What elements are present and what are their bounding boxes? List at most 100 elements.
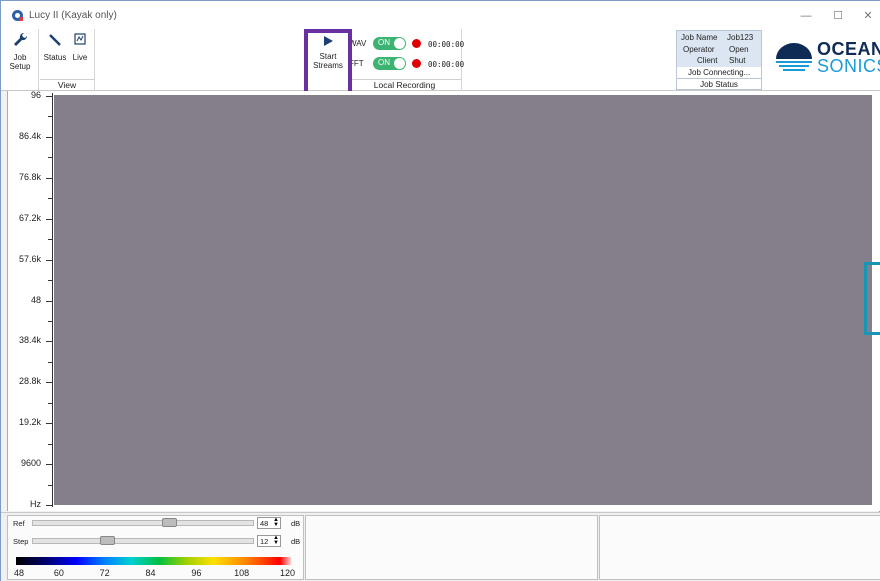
ocean-sonics-logo: OCEAN SONICS (773, 39, 880, 79)
colorbar-tick-label: 72 (99, 568, 110, 578)
local-recording-label: Local Recording (348, 79, 461, 90)
y-axis-tick-label: 86.4k (18, 130, 41, 141)
wav-timer: 00:00:00 (428, 40, 465, 49)
window-title: Lucy II (Kayak only) (29, 10, 117, 21)
ref-label: Ref (13, 519, 25, 528)
y-axis-minor-tick (48, 443, 52, 445)
ref-spinbox[interactable]: 48 ▲ ▼ (257, 517, 281, 529)
job-name-label: Job Name (681, 33, 718, 42)
y-axis-minor-tick (48, 484, 52, 486)
side-marker (864, 262, 880, 335)
y-axis-tick-label: 57.6k (18, 253, 41, 264)
title-bar: Lucy II (Kayak only) — ☐ ✕ (1, 1, 880, 29)
y-axis-minor-tick (48, 116, 52, 118)
ref-slider[interactable] (32, 520, 254, 526)
step-value: 12 (260, 537, 269, 546)
job-name-value: Job123 (727, 33, 754, 42)
job-status-group-label: Job Status (677, 78, 761, 89)
spin-arrows-icon[interactable]: ▲ ▼ (273, 517, 279, 528)
wrench-icon (14, 32, 27, 46)
job-setup-button[interactable]: Job Setup (4, 32, 36, 71)
fft-toggle[interactable]: ON (373, 57, 406, 70)
colorbar-tick-label: 84 (145, 568, 156, 578)
client-value: Shut (729, 56, 746, 65)
operator-value: Open (729, 45, 749, 54)
app-logo-icon (12, 10, 23, 21)
fft-timer: 00:00:00 (428, 60, 465, 69)
step-label: Step (13, 537, 29, 546)
view-group-label: View (40, 79, 94, 90)
step-unit: dB (291, 537, 301, 546)
y-axis-tick (46, 96, 52, 97)
y-axis-tick (46, 177, 52, 179)
y-axis-tick (46, 341, 52, 343)
wav-toggle-label: ON (378, 38, 390, 47)
y-axis-minor-tick (48, 157, 52, 159)
y-axis-minor-tick (48, 320, 52, 322)
y-axis-tick-label: 38.4k (18, 335, 41, 346)
ref-value: 48 (260, 519, 269, 528)
y-axis-minor-tick (48, 280, 52, 282)
app-window: Lucy II (Kayak only) — ☐ ✕ Job Setup Sta… (0, 0, 880, 581)
minimize-button[interactable]: — (791, 7, 821, 25)
live-label: Live (72, 53, 88, 62)
colorbar (16, 557, 291, 565)
spin-arrows-icon[interactable]: ▲ ▼ (273, 535, 279, 546)
status-button[interactable]: Status (42, 32, 68, 62)
y-axis-minor-tick (48, 402, 52, 404)
y-axis-tick (46, 218, 52, 220)
y-axis-tick (46, 423, 52, 425)
info-panel-center (305, 515, 598, 580)
wav-toggle[interactable]: ON (373, 37, 406, 50)
y-axis-tick-label: 76.8k (18, 171, 41, 182)
colorbar-tick-label: 60 (53, 568, 64, 578)
ocean-sonics-logo-icon (776, 43, 812, 71)
y-axis-tick (46, 464, 52, 466)
y-axis-tick-label: 96 (30, 90, 41, 100)
info-panel-right (599, 515, 880, 580)
toggle-knob (394, 38, 405, 49)
close-button[interactable]: ✕ (853, 7, 880, 25)
ref-slider-thumb[interactable] (162, 518, 177, 527)
job-setup-group: Job Setup (1, 29, 39, 91)
live-button[interactable]: Live (67, 32, 93, 62)
logo-text-sonics: SONICS (817, 56, 880, 76)
operator-label: Operator (683, 45, 715, 54)
live-view-icon (74, 33, 86, 45)
fft-toggle-label: ON (378, 58, 390, 67)
y-axis-tick (46, 136, 52, 138)
y-axis-tick (46, 300, 52, 302)
step-slider[interactable] (32, 538, 254, 544)
colorbar-tick-label: 108 (234, 568, 250, 578)
y-axis-minor-tick (48, 198, 52, 200)
y-axis-minor-tick (48, 361, 52, 363)
y-axis-tick-label: 19.2k (18, 417, 41, 428)
status-icon (49, 34, 61, 46)
job-setup-label: Job Setup (9, 53, 31, 71)
y-axis-tick-label: 9600 (20, 458, 41, 469)
view-group: Status Live View (40, 29, 95, 91)
client-label: Client (697, 56, 718, 65)
y-axis-tick-label: 67.2k (18, 212, 41, 223)
wav-record-indicator (412, 39, 421, 48)
y-axis-tick-label: 48 (30, 294, 41, 305)
job-connection-status: Job Connecting... (688, 68, 751, 77)
colorbar-tick-label: 48 (14, 568, 25, 578)
fft-record-indicator (412, 59, 421, 68)
status-label: Status (43, 53, 67, 62)
toggle-knob (394, 58, 405, 69)
colorbar-tick-label: 96 (191, 568, 202, 578)
ref-unit: dB (291, 519, 301, 528)
maximize-button[interactable]: ☐ (823, 7, 853, 25)
step-slider-thumb[interactable] (100, 536, 115, 545)
colorbar-tick-label: 120 (280, 568, 296, 578)
step-spinbox[interactable]: 12 ▲ ▼ (257, 535, 281, 547)
spectrogram-canvas[interactable] (54, 95, 872, 505)
y-axis-tick-label: 28.8k (18, 376, 41, 387)
start-streams-highlight (304, 29, 352, 95)
y-axis-tick (46, 382, 52, 384)
y-axis-tick (46, 505, 52, 506)
y-axis-tick-label: Hz (30, 499, 41, 509)
y-axis-tick (46, 259, 52, 261)
y-axis (52, 93, 53, 507)
